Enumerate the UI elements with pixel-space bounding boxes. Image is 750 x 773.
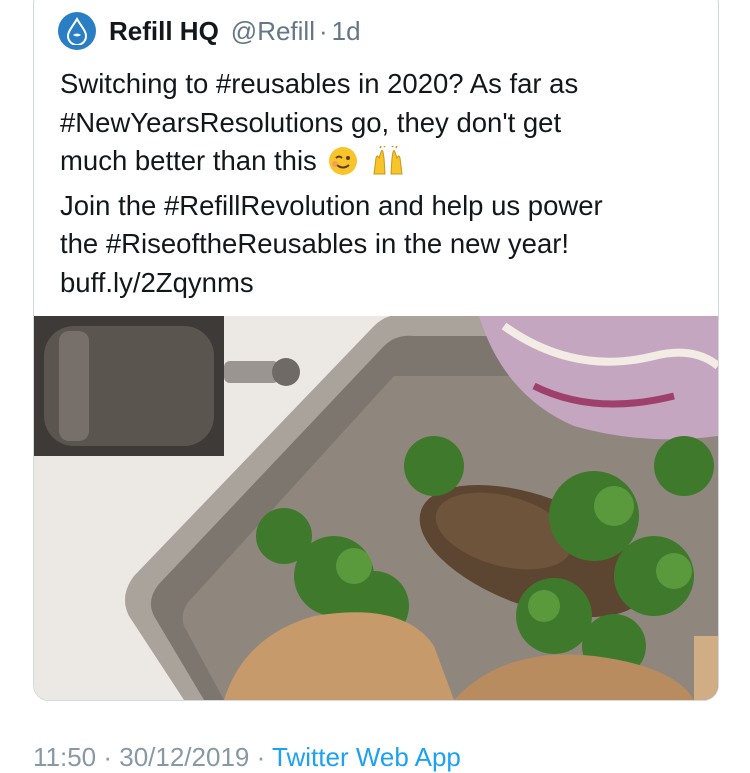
tweet-header: Refill HQ @Refill · 1d (58, 11, 361, 51)
winking-face-emoji (328, 146, 358, 187)
avatar[interactable] (58, 12, 96, 50)
tweet-footer: 11:50 · 30/12/2019 · Twitter Web App (33, 742, 461, 773)
tweet-timestamp[interactable]: 11:50 · 30/12/2019 (33, 742, 249, 772)
tweet-text-line: Join the #RefillRevolution and help us p… (60, 189, 603, 221)
tweet-text-line: Switching to #reusables in 2020? As far … (60, 68, 579, 99)
tweet-photo[interactable] (34, 316, 718, 700)
tweet-text: Switching to #reusables in 2020? As far … (60, 65, 700, 302)
footer-separator: · (256, 742, 266, 772)
food-photo (34, 316, 718, 700)
tweet-link[interactable]: buff.ly/2Zqynms (60, 267, 254, 298)
tweet-text-line: #NewYearsResolutions go, they don't get (60, 106, 562, 138)
source-app-link[interactable]: Twitter Web App (272, 742, 461, 772)
raising-hands-emoji (370, 145, 406, 187)
author-name[interactable]: Refill HQ (109, 16, 219, 47)
tweet-text-line: much better than this (60, 145, 317, 176)
dot-separator: · (318, 15, 328, 46)
tweet-text-line: the #RiseoftheReusables in the new year! (60, 228, 570, 259)
tweet-card[interactable]: Refill HQ @Refill · 1d Switching to #reu… (33, 0, 719, 701)
water-drop-icon (66, 17, 88, 45)
author-handle[interactable]: @Refill (231, 16, 315, 47)
tweet-age[interactable]: 1d (332, 16, 361, 47)
